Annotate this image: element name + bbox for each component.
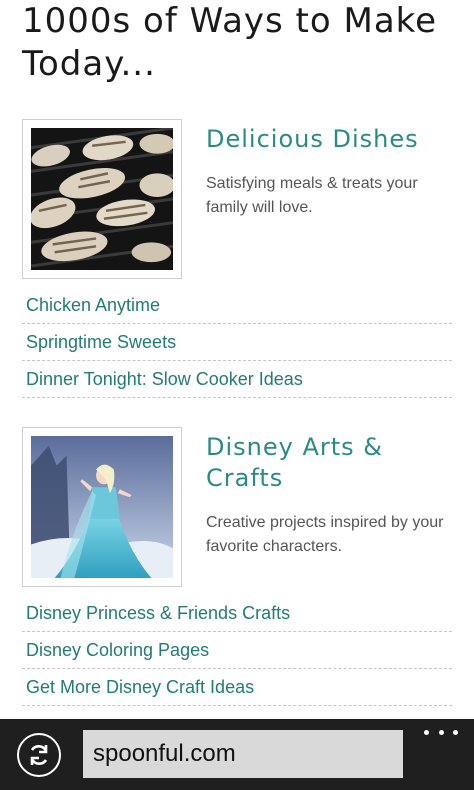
elsa-image[interactable]: [22, 427, 182, 587]
browser-app-bar: spoonful.com: [0, 719, 474, 790]
link-dinner-tonight[interactable]: Dinner Tonight: Slow Cooker Ideas: [26, 369, 303, 390]
list-item: Get More Disney Craft Ideas: [22, 669, 452, 706]
link-disney-princess-crafts[interactable]: Disney Princess & Friends Crafts: [26, 603, 290, 624]
link-springtime-sweets[interactable]: Springtime Sweets: [26, 332, 176, 353]
link-chicken-anytime[interactable]: Chicken Anytime: [26, 295, 160, 316]
link-list-dishes: Chicken Anytime Springtime Sweets Dinner…: [22, 287, 452, 398]
link-disney-coloring-pages[interactable]: Disney Coloring Pages: [26, 640, 209, 661]
grilled-chicken-photo: [31, 128, 173, 270]
list-item: Disney Princess & Friends Crafts: [22, 595, 452, 632]
section-title-disney-arts-crafts[interactable]: Disney Arts & Crafts: [206, 432, 456, 494]
address-bar[interactable]: spoonful.com: [83, 730, 403, 778]
list-item: Springtime Sweets: [22, 324, 452, 361]
section-description: Satisfying meals & treats your family wi…: [206, 175, 418, 216]
refresh-icon: [30, 745, 48, 765]
section-description: Creative projects inspired by your favor…: [206, 514, 444, 555]
more-ellipsis-icon[interactable]: [424, 725, 458, 739]
dot: [438, 729, 444, 735]
link-list-disney: Disney Princess & Friends Crafts Disney …: [22, 595, 452, 706]
refresh-button[interactable]: [17, 733, 61, 777]
section-title-delicious-dishes[interactable]: Delicious Dishes: [206, 124, 456, 155]
elsa-photo: [31, 436, 173, 578]
list-item: Chicken Anytime: [22, 287, 452, 324]
link-more-disney-craft-ideas[interactable]: Get More Disney Craft Ideas: [26, 677, 254, 698]
list-item: Disney Coloring Pages: [22, 632, 452, 669]
dot: [453, 729, 458, 735]
list-item: Dinner Tonight: Slow Cooker Ideas: [22, 361, 452, 398]
page-title: 1000s of Ways to Make Today...: [22, 1, 438, 84]
grilled-chicken-image[interactable]: [22, 119, 182, 279]
dot: [424, 729, 429, 735]
